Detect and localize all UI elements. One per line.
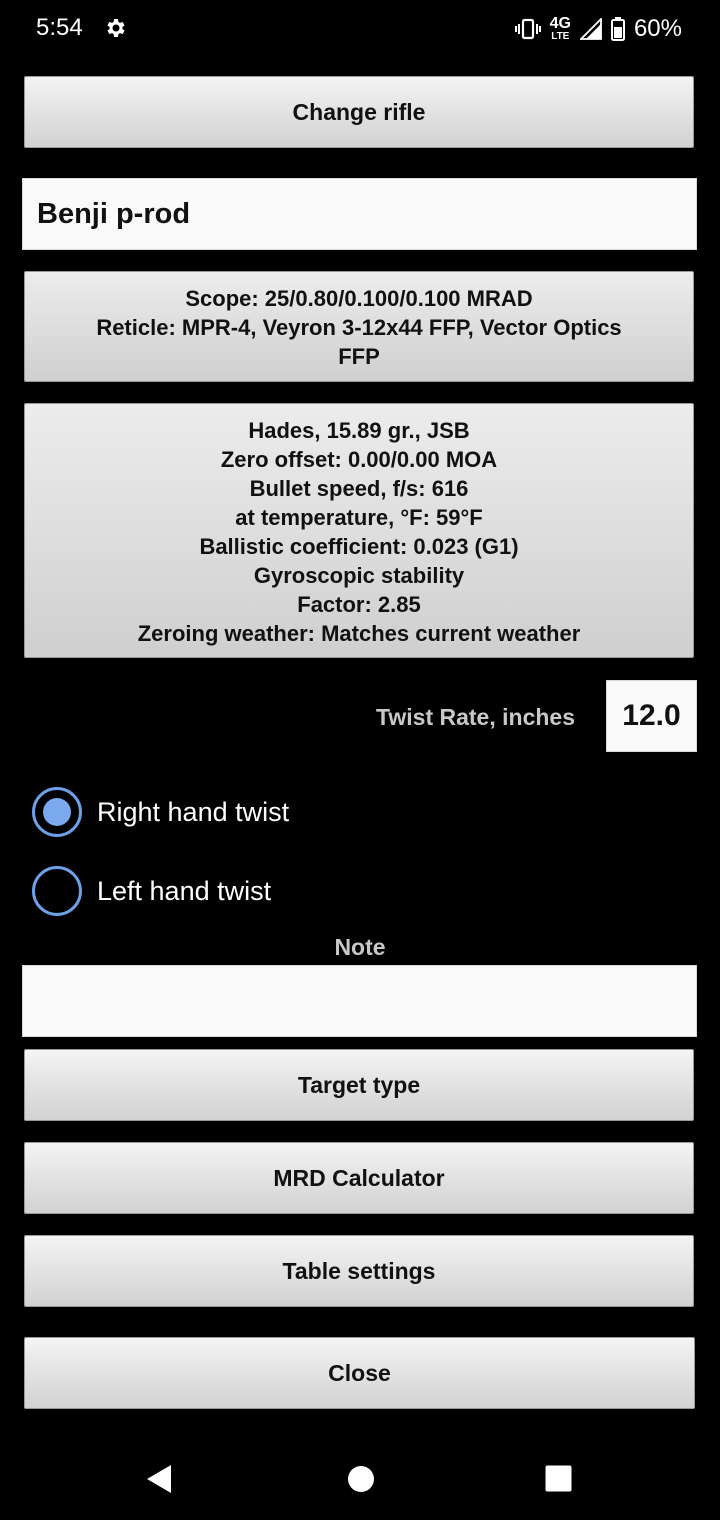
table-settings-button[interactable]: Table settings	[24, 1235, 694, 1307]
gyro-factor-line: Factor: 2.85	[297, 592, 421, 617]
ballistic-coefficient-line: Ballistic coefficient: 0.023 (G1)	[199, 534, 519, 559]
twist-rate-input[interactable]: 12.0	[606, 680, 697, 752]
navigation-bar	[0, 1440, 720, 1520]
home-circle-icon[interactable]	[347, 1465, 375, 1493]
scope-line: Scope: 25/0.80/0.100/0.100 MRAD	[185, 286, 533, 311]
twist-rate-label: Twist Rate, inches	[376, 704, 575, 730]
recents-square-icon[interactable]	[545, 1465, 572, 1492]
battery-percent: 60%	[633, 15, 682, 42]
reticle-line: Reticle: MPR-4, Veyron 3-12x44 FFP, Vect…	[96, 315, 622, 340]
temperature-line: at temperature, °F: 59°F	[235, 505, 483, 530]
left-hand-twist-label: Left hand twist	[97, 875, 272, 906]
zero-offset-line: Zero offset: 0.00/0.00 MOA	[220, 447, 498, 472]
back-triangle-icon[interactable]	[146, 1464, 172, 1494]
battery-icon	[610, 17, 625, 41]
left-hand-twist-option[interactable]: Left hand twist	[32, 865, 271, 917]
vibrate-icon	[514, 18, 541, 40]
left-hand-twist-radio[interactable]	[32, 866, 82, 916]
network-label: 4G	[549, 15, 571, 32]
rifle-name-field[interactable]: Benji p-rod	[22, 178, 697, 250]
status-bar: 5:54 4G LTE 60%	[0, 0, 720, 58]
scope-info-button[interactable]: Scope: 25/0.80/0.100/0.100 MRAD Reticle:…	[24, 271, 694, 382]
gear-icon	[107, 19, 125, 37]
right-hand-twist-label: Right hand twist	[97, 796, 290, 827]
note-input[interactable]	[22, 965, 697, 1037]
network-sublabel: LTE	[551, 31, 570, 42]
ammo-line: Hades, 15.89 gr., JSB	[248, 418, 470, 443]
right-hand-twist-option[interactable]: Right hand twist	[32, 786, 289, 838]
signal-icon	[579, 18, 602, 40]
change-rifle-button[interactable]: Change rifle	[24, 76, 694, 148]
network-type: 4G LTE	[550, 16, 571, 42]
target-type-button[interactable]: Target type	[24, 1049, 694, 1121]
right-hand-twist-radio[interactable]	[32, 787, 82, 837]
bullet-speed-line: Bullet speed, f/s: 616	[249, 476, 469, 501]
close-button[interactable]: Close	[24, 1337, 695, 1409]
reticle-line-cont: FFP	[338, 344, 380, 369]
mrd-calculator-button[interactable]: MRD Calculator	[24, 1142, 694, 1214]
note-label: Note	[334, 934, 386, 960]
zeroing-weather-line: Zeroing weather: Matches current weather	[137, 621, 581, 646]
status-icons: 4G LTE 60%	[514, 12, 682, 46]
status-time: 5:54	[36, 14, 83, 41]
gyro-stability-line: Gyroscopic stability	[253, 563, 465, 588]
ammo-info-button[interactable]: Hades, 15.89 gr., JSB Zero offset: 0.00/…	[24, 403, 694, 658]
